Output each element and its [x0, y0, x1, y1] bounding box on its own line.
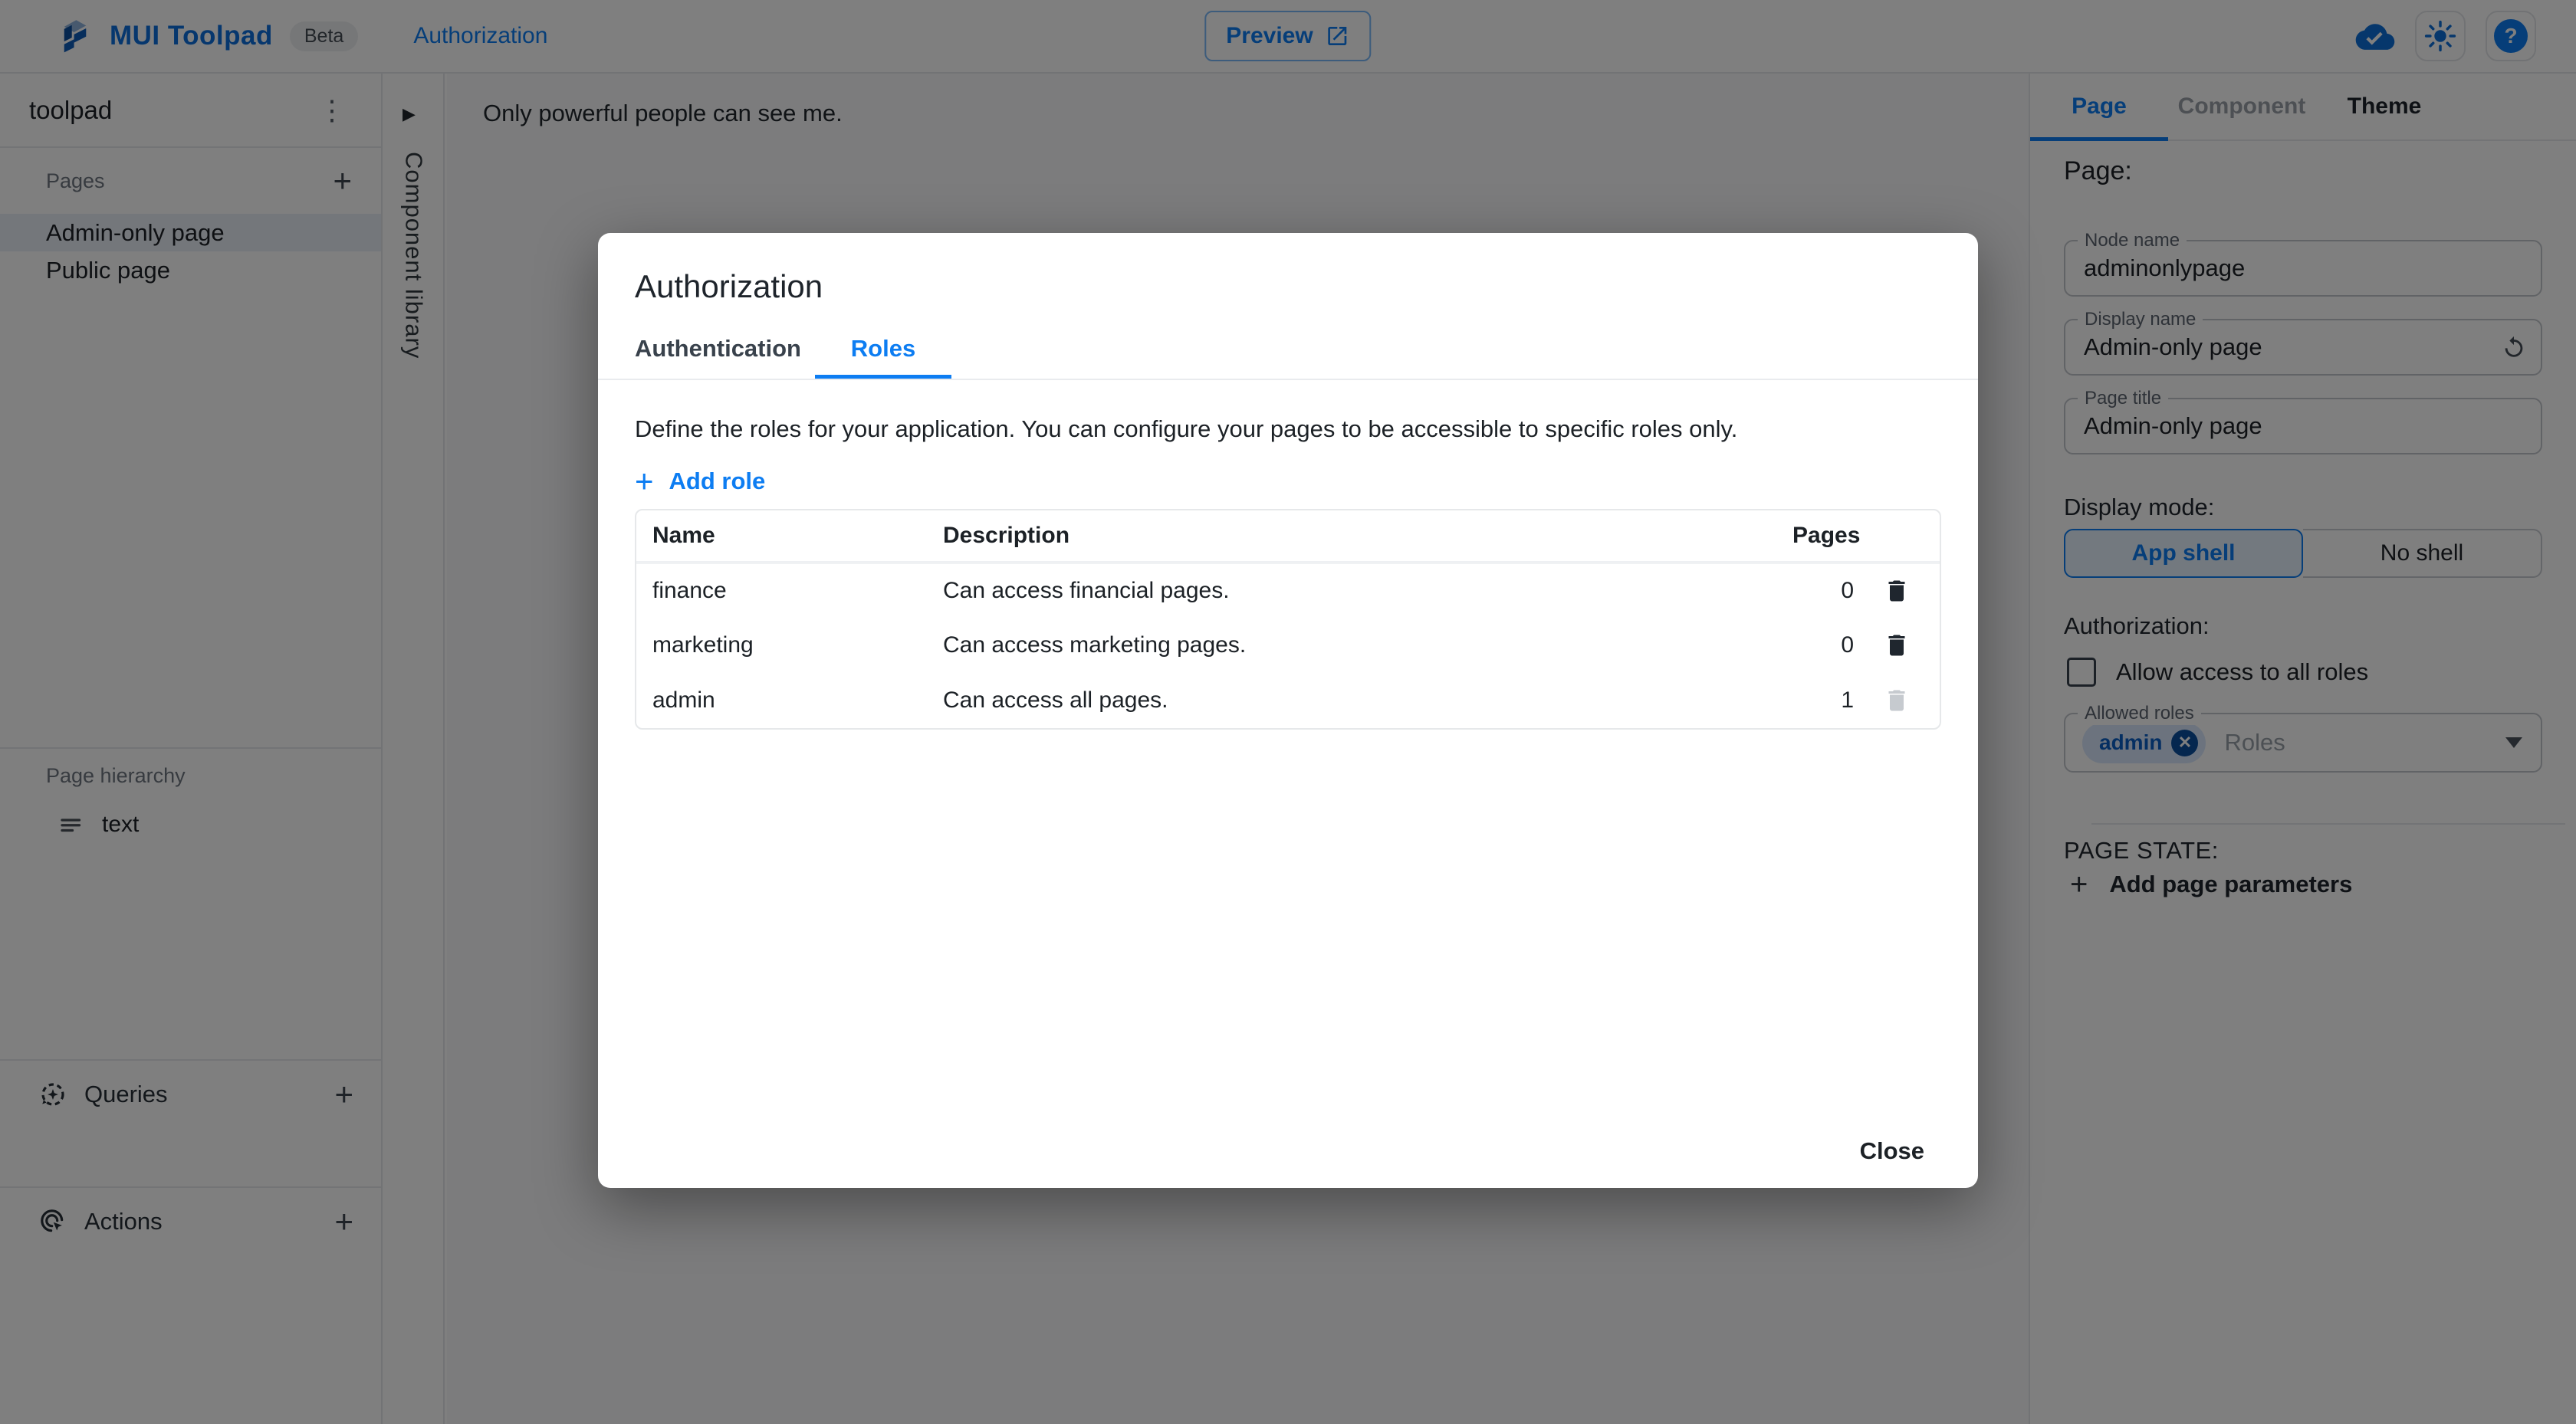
table-row: marketing Can access marketing pages. 0 [636, 618, 1940, 673]
delete-role-button[interactable] [1883, 577, 1911, 605]
toolpad-studio-app: MUI Toolpad Beta Authorization Preview [0, 0, 2576, 1424]
dialog-title: Authorization [635, 268, 823, 304]
add-role-label: Add role [669, 468, 766, 494]
role-description: Can access all pages. [943, 687, 1168, 713]
header-description: Description [943, 523, 1070, 548]
table-row: finance Can access financial pages. 0 [636, 563, 1940, 618]
add-role-button[interactable]: + Add role [635, 463, 774, 500]
tabs-divider [598, 379, 1978, 380]
delete-role-button[interactable] [1883, 632, 1911, 659]
tab-authentication[interactable]: Authentication [635, 319, 815, 379]
header-name: Name [652, 523, 715, 548]
role-name: finance [652, 578, 727, 603]
roles-description: Define the roles for your application. Y… [635, 415, 1738, 442]
role-pages-count: 1 [1841, 687, 1854, 713]
role-description: Can access marketing pages. [943, 632, 1247, 658]
role-name: marketing [652, 632, 754, 658]
authorization-dialog: Authorization Authentication Roles Defin… [598, 233, 1978, 1188]
roles-table: Name Description Pages finance Can acces… [635, 509, 1941, 730]
role-description: Can access financial pages. [943, 578, 1230, 603]
delete-role-button-disabled [1883, 687, 1911, 714]
role-pages-count: 0 [1841, 632, 1854, 658]
role-name: admin [652, 687, 715, 713]
table-row: admin Can access all pages. 1 [636, 673, 1940, 728]
close-dialog-button[interactable]: Close [1843, 1127, 1941, 1176]
role-pages-count: 0 [1841, 578, 1854, 603]
plus-icon: + [635, 463, 654, 500]
dialog-tabs: Authentication Roles [635, 319, 951, 379]
header-pages: Pages [1792, 523, 1861, 548]
table-header-row: Name Description Pages [636, 510, 1940, 563]
tab-roles[interactable]: Roles [815, 319, 951, 379]
